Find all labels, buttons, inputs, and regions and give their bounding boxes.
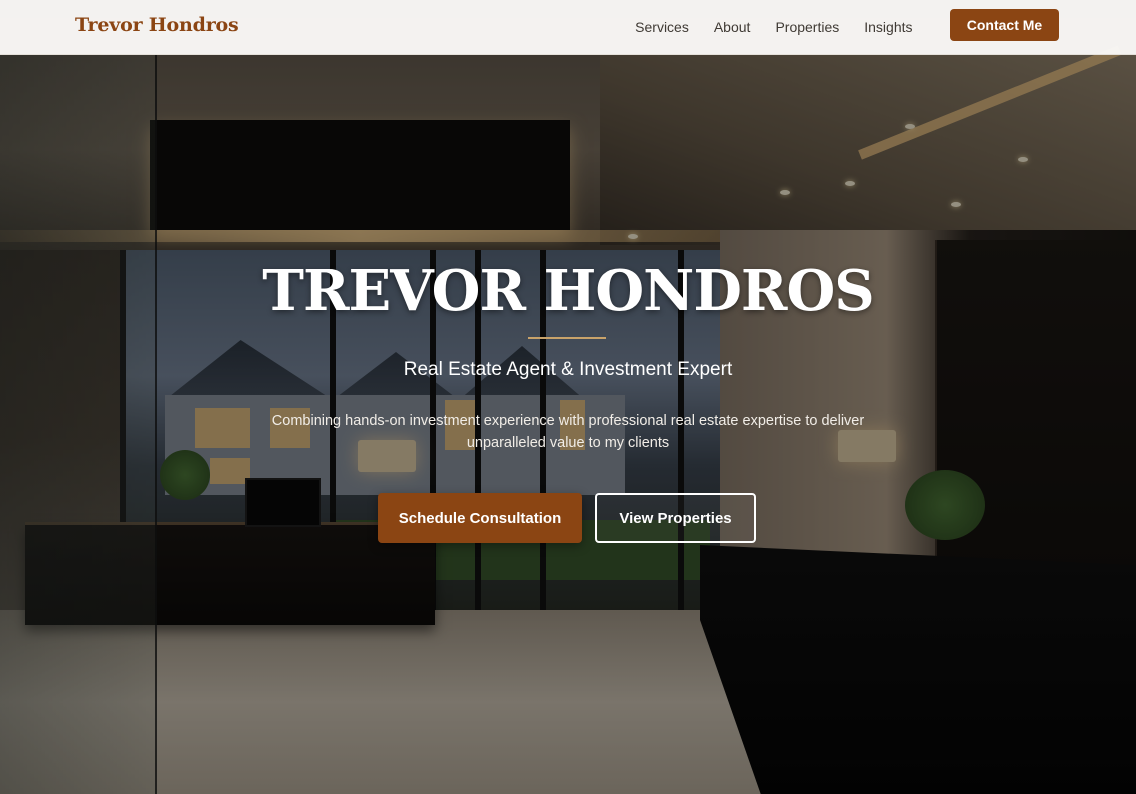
schedule-consultation-button[interactable]: Schedule Consultation [378, 493, 582, 543]
nav-links: Services About Properties Insights [623, 0, 925, 54]
hero-section: TREVOR HONDROS Real Estate Agent & Inves… [0, 54, 1136, 794]
navbar: Trevor Hondros Services About Properties… [0, 0, 1136, 55]
nav-link-properties[interactable]: Properties [763, 19, 852, 35]
nav-link-insights[interactable]: Insights [852, 19, 925, 35]
hero-subtitle: Real Estate Agent & Investment Expert [403, 359, 733, 380]
contact-me-button[interactable]: Contact Me [950, 9, 1059, 41]
title-divider [528, 337, 606, 339]
view-properties-button[interactable]: View Properties [595, 493, 756, 543]
nav-link-about[interactable]: About [701, 19, 763, 35]
nav-link-services[interactable]: Services [623, 19, 702, 35]
brand-logo[interactable]: Trevor Hondros [75, 14, 239, 36]
hero-description: Combining hands-on investment experience… [271, 413, 865, 451]
hero-title: TREVOR HONDROS [262, 258, 874, 324]
